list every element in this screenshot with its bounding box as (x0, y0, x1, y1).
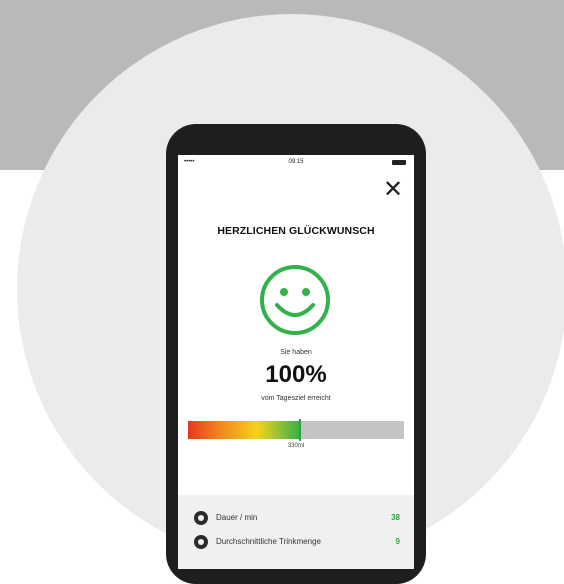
goal-progress-fill (188, 421, 301, 439)
stat-label: Dauer / min (216, 513, 258, 522)
stat-row-average[interactable]: Durchschnittliche Trinkmenge 9 (194, 533, 408, 551)
close-button[interactable]: ✕ (382, 178, 404, 202)
congrats-headline: HERZLICHEN GLÜCKWUNSCH (217, 225, 375, 237)
result-intro-text: Sie haben (280, 349, 312, 356)
status-bar: ••••• 09:15 (178, 159, 414, 169)
goal-progress-bar (188, 419, 404, 441)
stat-value: 38 (391, 513, 400, 522)
goal-percentage: 100% (265, 361, 327, 388)
stats-panel: Dauer / min 38 Durchschnittliche Trinkme… (178, 495, 414, 569)
stat-value: 9 (395, 537, 400, 546)
battery-icon (392, 160, 406, 165)
phone-screen: ••••• 09:15 ✕ HERZLICHEN GLÜCKWUNSCH Sie… (178, 155, 414, 569)
progress-label: 330ml (287, 443, 305, 449)
status-time: 09:15 (288, 159, 304, 165)
clock-icon (194, 511, 208, 525)
stat-label: Durchschnittliche Trinkmenge (216, 537, 321, 546)
goal-progress-marker (299, 419, 302, 441)
smiley-icon (260, 265, 330, 335)
stat-row-duration[interactable]: Dauer / min 38 (194, 509, 408, 527)
drop-icon (194, 535, 208, 549)
result-outro-text: vom Tagesziel erreicht (261, 395, 331, 402)
